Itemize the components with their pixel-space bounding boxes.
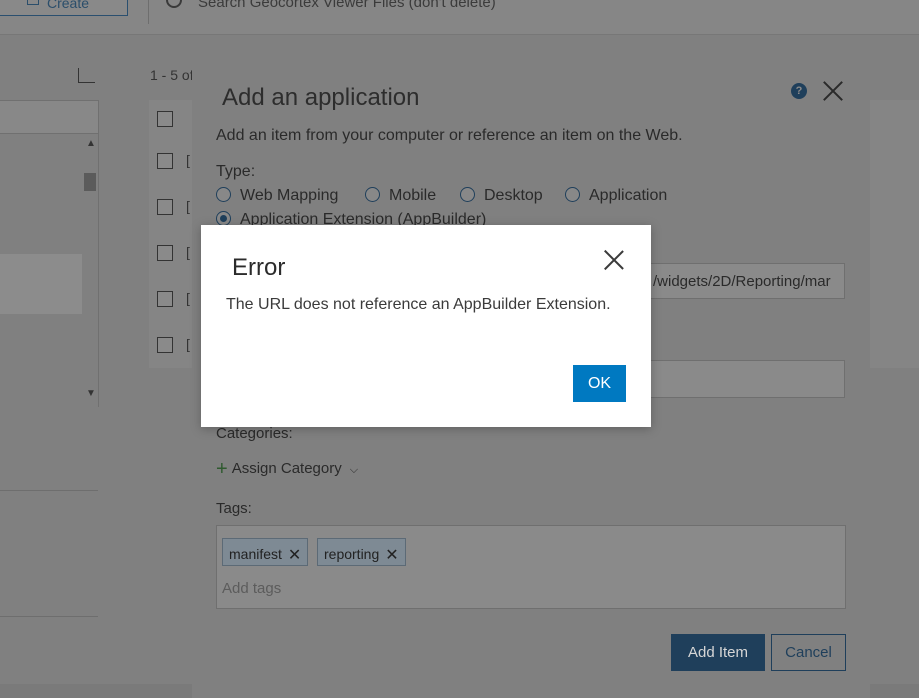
close-icon[interactable]	[822, 80, 844, 102]
radio-icon	[216, 187, 231, 202]
close-icon[interactable]	[603, 249, 625, 271]
close-icon[interactable]: ✕	[385, 547, 398, 564]
tags-field[interactable]	[216, 525, 846, 609]
scrollbar-thumb[interactable]	[84, 173, 96, 191]
radio-label: Web Mapping	[240, 187, 339, 204]
radio-icon	[365, 187, 380, 202]
row-marker: [	[186, 198, 190, 214]
divider	[0, 490, 98, 491]
add-item-button[interactable]: Add Item	[671, 634, 765, 671]
radio-desktop[interactable]: Desktop	[460, 187, 543, 205]
error-message: The URL does not reference an AppBuilder…	[226, 296, 611, 313]
row-marker: [	[186, 244, 190, 260]
dialog-title: Add an application	[222, 84, 420, 111]
radio-icon	[460, 187, 475, 202]
row-checkbox[interactable]	[157, 153, 173, 169]
row-checkbox[interactable]	[157, 337, 173, 353]
radio-application[interactable]: Application	[565, 187, 667, 205]
tag-chip: manifest ✕	[222, 538, 309, 566]
row-checkbox[interactable]	[157, 291, 173, 307]
dialog-description: Add an item from your computer or refere…	[216, 127, 683, 144]
scroll-down-icon[interactable]: ▼	[86, 388, 96, 399]
assign-category-label: Assign Category	[231, 460, 342, 477]
error-title: Error	[232, 254, 286, 281]
close-icon[interactable]: ✕	[288, 547, 301, 564]
plus-icon: +	[27, 0, 39, 5]
create-button-label: Create	[47, 0, 90, 11]
row-marker: [	[186, 336, 190, 352]
radio-icon	[565, 187, 580, 202]
type-label: Type:	[216, 163, 256, 180]
radio-mobile[interactable]: Mobile	[365, 187, 436, 205]
divider	[0, 616, 98, 617]
add-panel-icon[interactable]	[78, 68, 95, 83]
radio-web-mapping[interactable]: Web Mapping	[216, 187, 338, 205]
assign-category-button[interactable]: + Assign Category ⌵	[216, 458, 358, 481]
radio-label: Desktop	[484, 187, 543, 204]
tags-input[interactable]: Add tags	[222, 580, 281, 597]
scroll-up-icon[interactable]: ▲	[86, 138, 96, 149]
row-marker: [	[186, 290, 190, 306]
item-list	[149, 100, 193, 368]
tag-label: reporting	[324, 546, 380, 562]
toolbar-divider	[148, 0, 149, 24]
tags-label: Tags:	[216, 500, 252, 517]
select-all-checkbox[interactable]	[157, 111, 173, 127]
chevron-down-icon: ⌵	[349, 464, 359, 476]
radio-selected-icon	[216, 211, 231, 226]
help-icon[interactable]: ?	[791, 83, 807, 99]
radio-label: Mobile	[389, 187, 437, 204]
create-button[interactable]: + Create	[0, 0, 128, 16]
url-field[interactable]: /widgets/2D/Reporting/mar	[640, 263, 845, 299]
tag-label: manifest	[229, 546, 282, 562]
ok-button[interactable]: OK	[573, 365, 626, 402]
item-list-right	[870, 100, 919, 368]
left-panel-header	[0, 100, 98, 134]
plus-icon: +	[216, 458, 228, 480]
title-field[interactable]	[640, 360, 845, 398]
row-checkbox[interactable]	[157, 199, 173, 215]
row-marker: [	[186, 152, 190, 168]
tag-chip: reporting ✕	[317, 538, 406, 566]
radio-label: Application	[589, 187, 668, 204]
search-input[interactable]: Search Geocortex Viewer Files (don't del…	[198, 0, 496, 11]
cancel-button[interactable]: Cancel	[771, 634, 846, 671]
row-checkbox[interactable]	[157, 245, 173, 261]
left-panel-selected-item[interactable]	[0, 254, 82, 314]
result-count: 1 - 5 of	[150, 67, 194, 83]
categories-label: Categories:	[216, 425, 293, 442]
